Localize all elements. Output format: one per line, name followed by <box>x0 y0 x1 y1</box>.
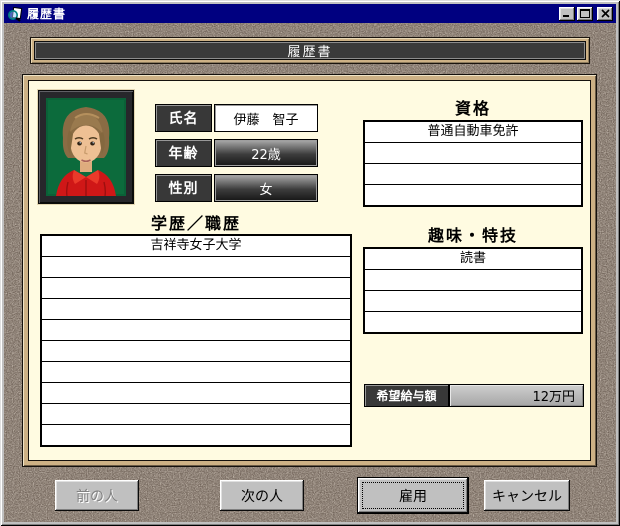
education-row <box>42 404 350 425</box>
resume-window: 履歴書 履歴書 氏名 伊藤 智子 年齢 22歳 性別 女 資格 普通自動車免許 … <box>0 0 620 526</box>
client-area: 履歴書 氏名 伊藤 智子 年齢 22歳 性別 女 資格 普通自動車免許 学歴／職… <box>4 23 616 522</box>
next-person-button[interactable]: 次の人 <box>220 480 304 511</box>
education-table: 吉祥寺女子大学 <box>40 234 352 447</box>
maximize-icon <box>580 9 590 18</box>
education-row <box>42 425 350 446</box>
education-row <box>42 383 350 404</box>
hobbies-title: 趣味・特技 <box>427 226 518 245</box>
education-row <box>42 341 350 362</box>
education-row <box>42 257 350 278</box>
qualification-row <box>365 164 581 185</box>
resume-panel: 氏名 伊藤 智子 年齢 22歳 性別 女 資格 普通自動車免許 学歴／職歴 吉祥… <box>22 74 597 467</box>
previous-person-button[interactable]: 前の人 <box>55 480 139 511</box>
hobbies-table: 読書 <box>363 247 583 334</box>
banner-title: 履歴書 <box>287 45 333 60</box>
qualification-row: 普通自動車免許 <box>365 122 581 143</box>
maximize-button[interactable] <box>577 6 593 21</box>
cancel-button[interactable]: キャンセル <box>484 480 570 511</box>
hobby-row: 読書 <box>365 249 581 270</box>
salary-label: 希望給与額 <box>364 384 449 407</box>
education-row <box>42 278 350 299</box>
name-value: 伊藤 智子 <box>214 104 318 132</box>
window-title: 履歴書 <box>27 7 67 21</box>
app-icon <box>8 6 23 22</box>
hobby-row <box>365 291 581 312</box>
age-label: 年齢 <box>155 139 212 167</box>
age-value: 22歳 <box>214 139 318 167</box>
education-row: 吉祥寺女子大学 <box>42 236 350 257</box>
age-field-row: 年齢 22歳 <box>155 139 318 167</box>
minimize-icon <box>563 15 569 17</box>
salary-value: 12万円 <box>449 384 584 407</box>
qualification-row <box>365 143 581 164</box>
qualifications-title: 資格 <box>454 99 491 118</box>
qualification-row <box>365 185 581 206</box>
window-controls <box>557 6 613 21</box>
hobby-row <box>365 312 581 333</box>
hobby-row <box>365 270 581 291</box>
name-field-row: 氏名 伊藤 智子 <box>155 104 318 132</box>
minimize-button[interactable] <box>559 6 575 21</box>
close-button[interactable] <box>597 6 613 21</box>
banner-plate: 履歴書 <box>34 41 586 60</box>
applicant-portrait <box>46 98 126 196</box>
qualifications-table: 普通自動車免許 <box>363 120 583 207</box>
applicant-photo-frame <box>38 90 134 204</box>
hire-button[interactable]: 雇用 <box>358 478 468 513</box>
name-label: 氏名 <box>155 104 212 132</box>
resume-sheet: 氏名 伊藤 智子 年齢 22歳 性別 女 資格 普通自動車免許 学歴／職歴 吉祥… <box>28 80 591 461</box>
close-icon <box>600 9 610 18</box>
gender-label: 性別 <box>155 174 212 202</box>
gender-field-row: 性別 女 <box>155 174 318 202</box>
education-row <box>42 320 350 341</box>
education-row <box>42 299 350 320</box>
banner: 履歴書 <box>30 37 590 64</box>
education-row <box>42 362 350 383</box>
gender-value: 女 <box>214 174 318 202</box>
education-title: 学歴／職歴 <box>150 214 241 233</box>
title-bar[interactable]: 履歴書 <box>4 4 616 23</box>
